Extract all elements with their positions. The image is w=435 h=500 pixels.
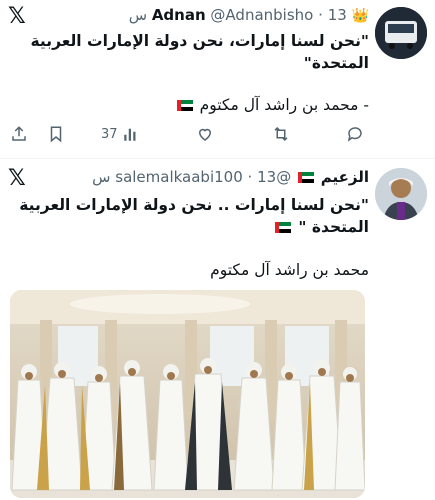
x-logo-icon[interactable]: 𝕏 <box>8 4 26 29</box>
separator: · <box>247 168 253 186</box>
tweet-signature: - محمد بن راشد آل مكتوم <box>175 96 369 114</box>
display-name[interactable]: Adnan <box>152 6 206 24</box>
avatar[interactable] <box>375 7 427 59</box>
views-count: 37 <box>101 127 118 142</box>
share-icon[interactable] <box>10 125 28 147</box>
tweet-text: "نحن لسنا إمارات .. نحن دولة الإمارات ال… <box>10 194 369 238</box>
tweet-text-content: "نحن لسنا إمارات .. نحن دولة الإمارات ال… <box>19 196 369 236</box>
tweet-photo[interactable] <box>10 290 365 498</box>
uae-flag-icon <box>297 172 314 183</box>
signature-text: - محمد بن راشد آل مكتوم <box>199 96 369 114</box>
uae-flag-icon <box>274 222 291 233</box>
reply-icon[interactable] <box>346 125 364 147</box>
bookmark-icon[interactable] <box>47 125 65 147</box>
tweet-header: الزعيم @salemalkaabi100 · 13 س <box>60 168 369 186</box>
uae-flag-icon <box>176 100 193 111</box>
avatar[interactable] <box>375 168 427 220</box>
crown-icon: 👑 <box>351 8 369 24</box>
tweet-text: "نحن لسنا إمارات، نحن دولة الإمارات العر… <box>30 32 369 72</box>
separator: · <box>318 6 323 24</box>
views-icon[interactable] <box>122 125 140 147</box>
tweet-signature: محمد بن راشد آل مكتوم <box>210 261 369 279</box>
action-bar: 37 <box>0 125 435 147</box>
tweet-card[interactable]: 𝕏 الزعيم @salemalkaabi100 · 13 س "نحن لس… <box>0 158 435 500</box>
tweet-header: 👑 Adnan @Adnanbisho · 13 س <box>60 6 369 24</box>
like-icon[interactable] <box>196 125 214 147</box>
retweet-icon[interactable] <box>272 125 290 147</box>
handle[interactable]: @Adnanbisho <box>210 6 313 24</box>
x-logo-icon[interactable]: 𝕏 <box>8 166 26 191</box>
tweet-card[interactable]: 𝕏 👑 Adnan @Adnanbisho · 13 س "نحن لسنا إ… <box>0 0 435 159</box>
display-name[interactable]: الزعيم <box>321 168 369 186</box>
